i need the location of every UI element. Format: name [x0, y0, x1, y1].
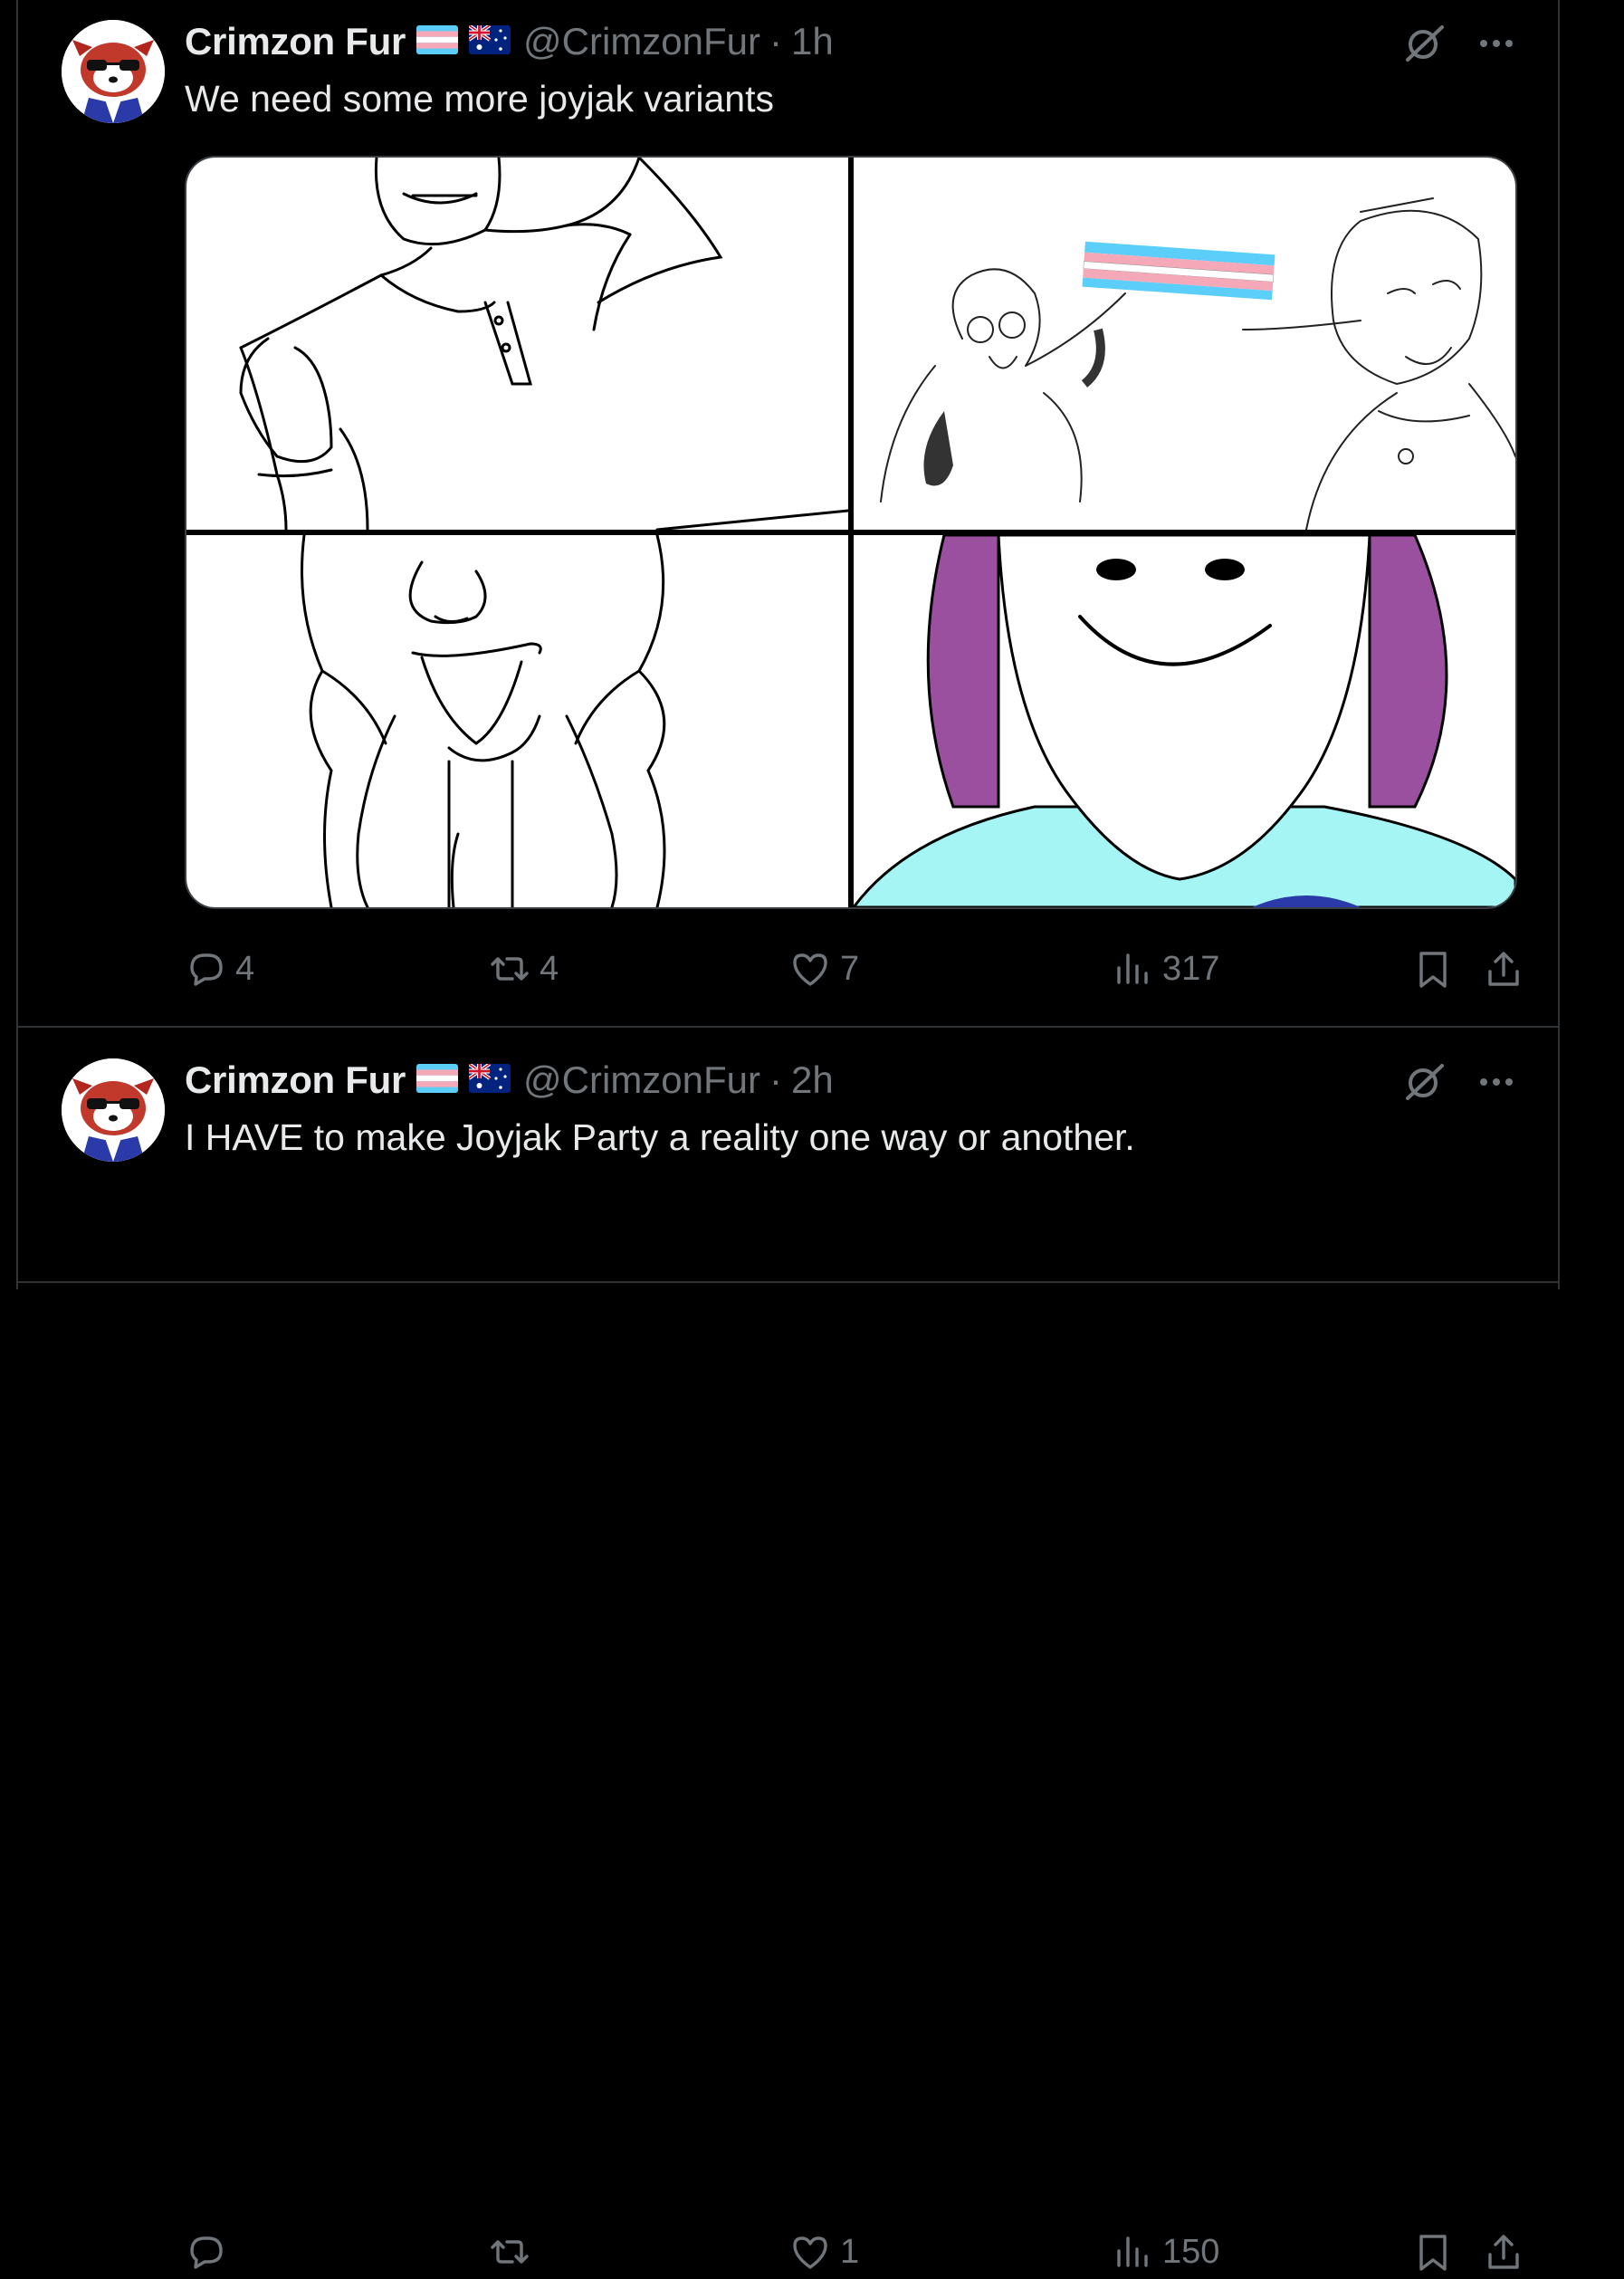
- media-image[interactable]: [854, 158, 1515, 530]
- view-count: 150: [1162, 2232, 1220, 2271]
- bookmark-icon: [1419, 2235, 1447, 2271]
- red-panda-avatar-icon: [62, 1058, 165, 1162]
- like-count: 7: [840, 949, 860, 988]
- grok-icon[interactable]: [1404, 22, 1446, 68]
- avatar[interactable]: [62, 1058, 165, 1162]
- views-icon: [1117, 953, 1148, 984]
- separator-dot: ·: [769, 1058, 783, 1101]
- views-icon: [1117, 2236, 1148, 2267]
- views-button[interactable]: 150: [1112, 2225, 1219, 2279]
- grok-icon[interactable]: [1404, 1060, 1446, 1106]
- views-button[interactable]: 317: [1112, 942, 1219, 996]
- bookmark-button[interactable]: [1412, 942, 1454, 996]
- bookmark-icon: [1419, 952, 1447, 988]
- timeline: Crimzon Fur @CrimzonFur · 1h We need som…: [16, 0, 1560, 2271]
- repost-icon: [491, 2240, 529, 2264]
- australia-flag-icon: [467, 1061, 511, 1097]
- media-image[interactable]: [186, 535, 848, 907]
- share-button[interactable]: [1483, 2225, 1524, 2279]
- reply-icon: [190, 953, 223, 986]
- reply-count: 4: [235, 949, 255, 988]
- display-name[interactable]: Crimzon Fur: [185, 1058, 406, 1102]
- heart-icon: [793, 953, 827, 986]
- trans-flag-icon: [416, 24, 459, 59]
- more-icon[interactable]: [1478, 1076, 1514, 1092]
- tweet-text: I HAVE to make Joyjak Party a reality on…: [185, 1116, 1135, 1158]
- reply-icon: [190, 2236, 223, 2269]
- repost-count: 4: [540, 949, 559, 988]
- red-panda-avatar-icon: [62, 20, 165, 123]
- heart-icon: [793, 2236, 827, 2269]
- user-handle[interactable]: @CrimzonFur: [523, 1058, 760, 1102]
- share-icon: [1488, 2235, 1519, 2269]
- like-count: 1: [840, 2232, 860, 2271]
- australia-flag-icon: [467, 23, 511, 59]
- reply-button[interactable]: [185, 2225, 235, 2279]
- tweet-top-actions: [1404, 1060, 1514, 1106]
- two-girls-drawing-icon: [880, 197, 1515, 530]
- like-button[interactable]: 7: [789, 942, 859, 996]
- media-image[interactable]: [186, 158, 848, 530]
- tweet-top-actions: [1404, 22, 1514, 68]
- timestamp[interactable]: 2h: [791, 1058, 834, 1102]
- tweet[interactable]: Crimzon Fur: [18, 1028, 1558, 2271]
- tweet-header: Crimzon Fur: [185, 20, 834, 63]
- timestamp[interactable]: 1h: [791, 20, 834, 63]
- like-button[interactable]: 1: [789, 2225, 859, 2279]
- tweet-actions: 1 150: [185, 2225, 1524, 2279]
- tweet-header: Crimzon Fur: [185, 1058, 834, 1102]
- avatar[interactable]: [62, 20, 165, 123]
- bearded-man-drawing-icon: [239, 158, 848, 530]
- tweet-text: We need some more joyjak variants: [185, 78, 774, 120]
- separator-dot: ·: [769, 20, 783, 62]
- long-hair-joyjak-drawing-icon: [301, 535, 666, 907]
- media-grid[interactable]: [185, 156, 1517, 909]
- reply-button[interactable]: 4: [185, 942, 254, 996]
- media-image[interactable]: [854, 535, 1515, 907]
- display-name[interactable]: Crimzon Fur: [185, 20, 406, 63]
- more-icon[interactable]: [1478, 37, 1514, 53]
- view-count: 317: [1162, 949, 1220, 988]
- repost-button[interactable]: 4: [489, 942, 559, 996]
- share-icon: [1488, 952, 1519, 986]
- tweet[interactable]: Crimzon Fur: [18, 0, 1558, 1028]
- repost-button[interactable]: [489, 2225, 540, 2279]
- trans-flag-icon: [416, 1063, 459, 1097]
- bookmark-button[interactable]: [1412, 2225, 1454, 2279]
- repost-icon: [491, 957, 529, 981]
- purple-hair-joyjak-drawing-icon: [854, 535, 1515, 907]
- user-handle[interactable]: @CrimzonFur: [523, 20, 760, 63]
- tweet-actions: 4 4 7 317: [185, 942, 1524, 996]
- share-button[interactable]: [1483, 942, 1524, 996]
